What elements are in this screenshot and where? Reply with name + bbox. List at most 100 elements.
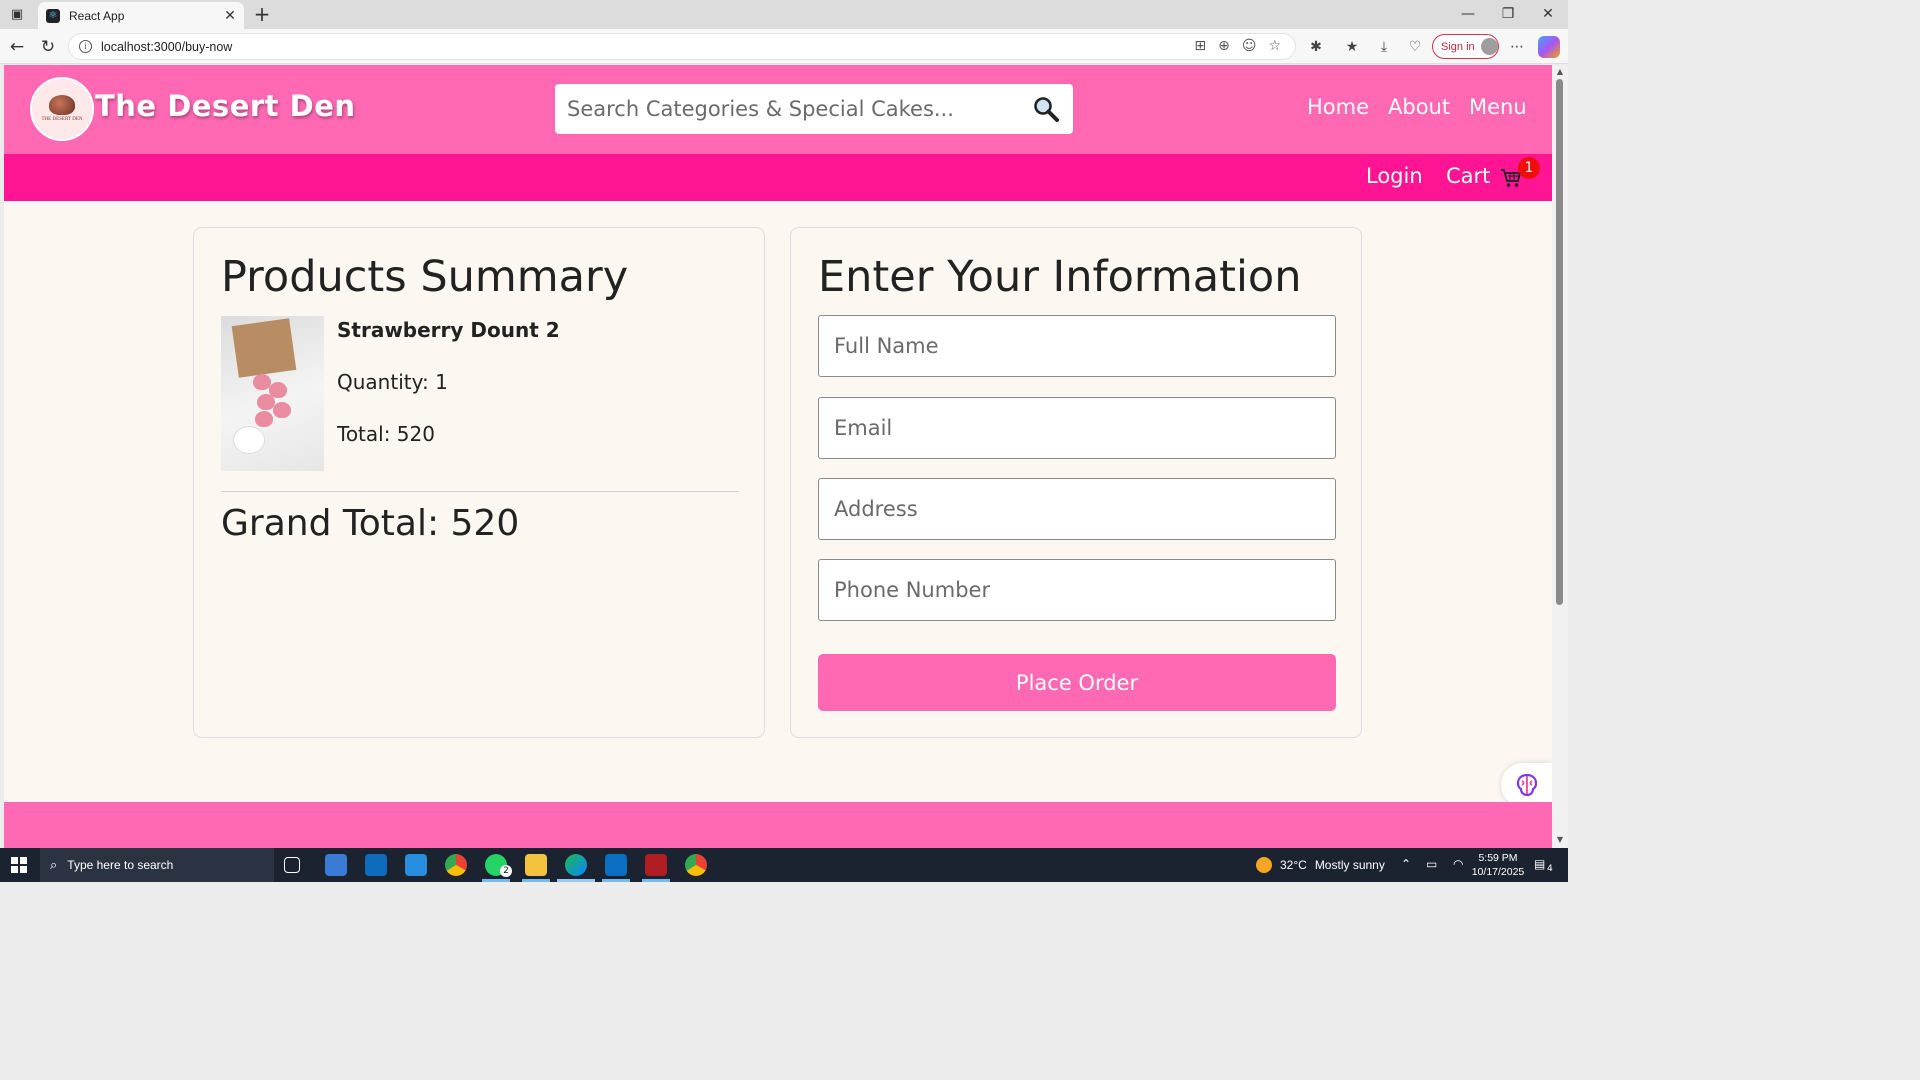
site-logo[interactable]: THE DESERT DEN (30, 77, 94, 141)
secondary-nav: Login Cart 1 (4, 154, 1552, 201)
minimize-icon[interactable]: — (1453, 4, 1483, 24)
active-indicator (522, 879, 550, 882)
page-scrollbar[interactable]: ▲ ▼ (1552, 65, 1568, 848)
extensions-icon[interactable]: ✱ (1306, 38, 1326, 56)
zoom-icon[interactable]: ⊕ (1218, 38, 1230, 54)
summary-title: Products Summary (221, 252, 629, 302)
active-indicator (642, 879, 670, 882)
refresh-icon[interactable]: ↻ (37, 36, 59, 58)
grand-total: Grand Total: 520 (221, 503, 520, 544)
site-header: THE DESERT DEN The Desert Den Home About… (4, 65, 1552, 154)
chrome-icon[interactable] (445, 854, 467, 876)
cart-link[interactable]: Cart (1446, 164, 1490, 188)
windows-taskbar: ⌕ Type here to search 2 32°C Mostly sunn… (0, 848, 1568, 882)
taskbar-search[interactable]: ⌕ Type here to search (40, 848, 274, 882)
cart-count-badge: 1 (1518, 157, 1540, 179)
form-title: Enter Your Information (818, 252, 1302, 302)
browser-tab[interactable]: ⚛ React App ✕ (38, 2, 244, 29)
terminal-app-icon[interactable] (645, 854, 667, 876)
url-text: localhost:3000/buy-now (101, 39, 233, 54)
browser-tab-bar: ▣ ⚛ React App ✕ + — ❐ ✕ (0, 0, 1568, 29)
customer-info-card: Enter Your Information Place Order (790, 227, 1362, 738)
taskbar-clock[interactable]: 5:59 PM 10/17/2025 (1470, 851, 1526, 879)
url-field[interactable]: i localhost:3000/buy-now ⊞ ⊕ ☺ ☆ (68, 33, 1296, 60)
nav-menu[interactable]: Menu (1469, 95, 1527, 119)
weather-text: Mostly sunny (1314, 858, 1385, 872)
nav-home[interactable]: Home (1307, 95, 1369, 119)
place-order-button[interactable]: Place Order (818, 654, 1336, 711)
full-name-field[interactable] (818, 315, 1336, 377)
active-indicator (602, 879, 630, 882)
donut-shape (273, 402, 291, 418)
clock-time: 5:59 PM (1478, 852, 1518, 864)
products-summary-card: Products Summary Strawberry Dount 2 Quan… (193, 227, 765, 738)
sun-icon (1256, 857, 1272, 873)
phone-field[interactable] (818, 559, 1336, 621)
floating-assistant-button[interactable] (1501, 763, 1552, 807)
product-total: Total: 520 (337, 422, 435, 446)
back-icon[interactable]: ← (6, 36, 28, 58)
file-explorer-icon[interactable] (525, 854, 547, 876)
box-lid-shape (231, 318, 297, 378)
signin-button[interactable]: Sign in (1432, 34, 1499, 59)
weather-widget[interactable]: 32°C Mostly sunny (1256, 857, 1385, 873)
login-link[interactable]: Login (1366, 164, 1423, 188)
search-icon[interactable] (1033, 96, 1059, 122)
window-close-icon[interactable]: ✕ (1533, 4, 1563, 24)
page-viewport: THE DESERT DEN The Desert Den Home About… (4, 65, 1552, 848)
chrome-profile-icon[interactable] (685, 854, 707, 876)
reading-mode-icon[interactable]: ☺ (1242, 38, 1257, 54)
address-field[interactable] (818, 478, 1336, 540)
tab-close-icon[interactable]: ✕ (220, 8, 240, 24)
favorites-icon[interactable]: ★ (1342, 38, 1362, 56)
paint-icon[interactable] (405, 854, 427, 876)
vscode-icon[interactable] (605, 854, 627, 876)
profile-avatar (1480, 38, 1498, 55)
weather-temp: 32°C (1280, 858, 1307, 872)
favorite-star-icon[interactable]: ☆ (1268, 38, 1281, 54)
brain-icon (1516, 773, 1538, 797)
product-name: Strawberry Dount 2 (337, 318, 560, 342)
battery-icon[interactable]: ▭ (1426, 857, 1437, 871)
outlook-icon[interactable] (365, 854, 387, 876)
whatsapp-badge: 2 (500, 865, 512, 877)
nav-about[interactable]: About (1388, 95, 1450, 119)
wifi-icon[interactable]: ◠ (1453, 857, 1463, 871)
email-field[interactable] (818, 397, 1336, 459)
logo-text: THE DESERT DEN (41, 117, 83, 122)
downloads-icon[interactable]: ⤓ (1374, 38, 1394, 56)
new-tab-icon[interactable]: + (251, 3, 273, 25)
more-options-icon[interactable]: ⋯ (1507, 38, 1527, 56)
clock-date: 10/17/2025 (1471, 866, 1525, 878)
windows-start-icon[interactable] (11, 857, 27, 873)
address-toolbar: ← ↻ i localhost:3000/buy-now ⊞ ⊕ ☺ ☆ ✱ ★… (0, 29, 1568, 64)
site-info-icon[interactable]: i (79, 40, 92, 53)
active-indicator (557, 879, 595, 882)
summary-divider (221, 491, 739, 492)
browser-essentials-icon[interactable]: ♡ (1405, 38, 1425, 56)
scroll-up-icon[interactable]: ▲ (1555, 67, 1565, 76)
restore-icon[interactable]: ❐ (1493, 4, 1523, 24)
edge-icon[interactable] (565, 854, 587, 876)
tab-title: React App (69, 8, 125, 23)
copilot-icon[interactable] (1538, 36, 1560, 58)
notifications-icon[interactable]: ▤ (1534, 857, 1545, 871)
taskbar-search-text: Type here to search (67, 858, 174, 872)
product-quantity: Quantity: 1 (337, 370, 448, 394)
brand-name[interactable]: The Desert Den (95, 89, 356, 123)
scroll-thumb[interactable] (1556, 79, 1563, 605)
product-image (221, 316, 324, 471)
scroll-down-icon[interactable]: ▼ (1555, 835, 1565, 844)
active-indicator (482, 879, 510, 882)
search-input[interactable] (555, 84, 1015, 134)
task-view-icon[interactable] (284, 857, 300, 873)
site-footer (4, 802, 1552, 848)
tab-actions-icon[interactable]: ▣ (6, 5, 28, 23)
react-favicon-icon: ⚛ (46, 8, 60, 23)
donut-shape (255, 411, 273, 427)
tray-overflow-icon[interactable]: ⌃ (1401, 857, 1411, 871)
search-bar (555, 84, 1073, 134)
app-available-icon[interactable]: ⊞ (1194, 38, 1206, 54)
notification-count: 4 (1547, 864, 1553, 874)
store-icon[interactable] (325, 854, 347, 876)
